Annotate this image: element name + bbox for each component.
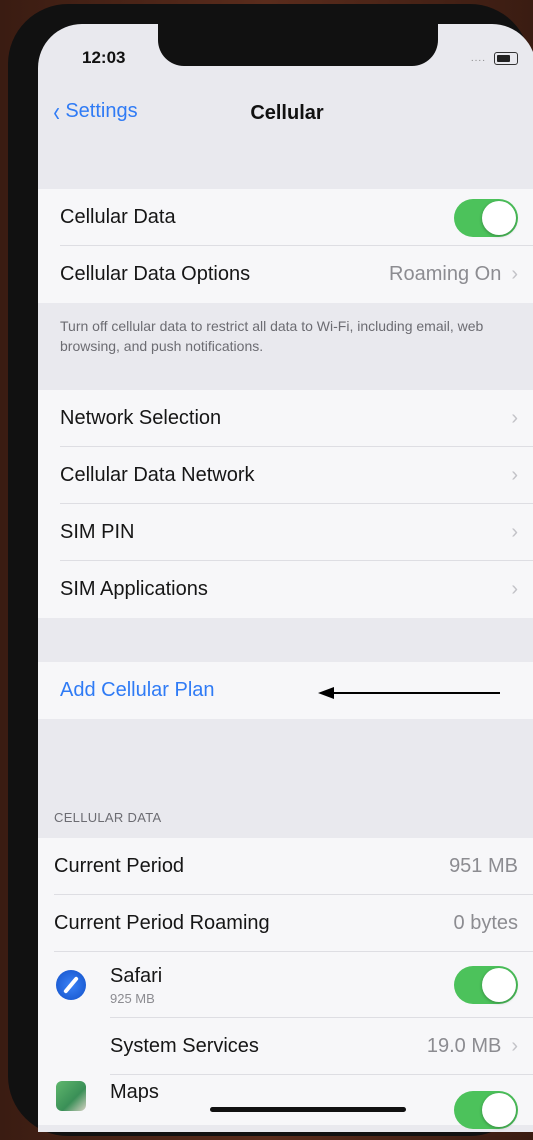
cellular-data-row: Cellular Data xyxy=(38,189,533,246)
add-cellular-plan-label: Add Cellular Plan xyxy=(60,679,215,701)
cellular-data-label: Cellular Data xyxy=(60,206,176,228)
system-services-label: System Services xyxy=(110,1035,259,1057)
status-time: 12:03 xyxy=(82,48,126,67)
current-period-roaming-row: Current Period Roaming 0 bytes xyxy=(38,895,533,952)
safari-label: Safari xyxy=(110,964,163,987)
network-selection-row[interactable]: Network Selection › xyxy=(38,390,533,447)
sim-applications-label: SIM Applications xyxy=(60,578,208,600)
system-services-value: 19.0 MB xyxy=(426,1035,502,1057)
safari-row: Safari 925 MB xyxy=(38,952,533,1018)
chevron-right-icon: › xyxy=(511,521,518,543)
chevron-right-icon: › xyxy=(511,578,518,600)
maps-row: Maps xyxy=(38,1075,533,1129)
network-group: Network Selection › Cellular Data Networ… xyxy=(38,390,533,618)
chevron-right-icon: › xyxy=(511,407,518,429)
usage-group: Current Period 951 MB Current Period Roa… xyxy=(38,838,533,1129)
status-bar-right: .... xyxy=(471,52,518,65)
cellular-data-group: Cellular Data Cellular Data Options Roam… xyxy=(38,189,533,303)
phone-body: 12:03 .... ‹ Settings Cellular Cellular … xyxy=(8,4,533,1136)
maps-toggle[interactable] xyxy=(454,1091,518,1129)
annotation-arrow xyxy=(318,687,500,699)
notch xyxy=(158,24,438,66)
cellular-data-footer: Turn off cellular data to restrict all d… xyxy=(60,318,484,354)
cellular-data-network-label: Cellular Data Network xyxy=(60,464,255,486)
safari-icon xyxy=(56,970,86,1000)
cellular-data-options-value: Roaming On xyxy=(389,263,502,285)
cellular-data-section-header: CELLULAR DATA xyxy=(54,810,162,825)
cellular-data-options-label: Cellular Data Options xyxy=(60,263,251,285)
phone-screen: 12:03 .... ‹ Settings Cellular Cellular … xyxy=(38,24,533,1132)
current-period-row: Current Period 951 MB xyxy=(38,838,533,895)
safari-usage: 925 MB xyxy=(110,990,155,1006)
network-selection-label: Network Selection xyxy=(60,407,222,429)
safari-toggle[interactable] xyxy=(454,966,518,1004)
battery-icon xyxy=(494,52,518,65)
signal-icon: .... xyxy=(470,53,486,64)
system-services-row[interactable]: System Services 19.0 MB › xyxy=(38,1018,533,1075)
cellular-data-network-row[interactable]: Cellular Data Network › xyxy=(38,447,533,504)
sim-pin-label: SIM PIN xyxy=(60,521,135,543)
home-indicator[interactable] xyxy=(210,1107,406,1112)
page-title: Cellular xyxy=(250,102,324,124)
current-period-value: 951 MB xyxy=(449,855,518,877)
chevron-right-icon: › xyxy=(511,464,518,486)
sim-pin-row[interactable]: SIM PIN › xyxy=(38,504,533,561)
current-period-roaming-label: Current Period Roaming xyxy=(54,912,270,934)
cellular-data-options-row[interactable]: Cellular Data Options Roaming On › xyxy=(38,246,533,303)
maps-icon xyxy=(56,1081,86,1111)
current-period-roaming-value: 0 bytes xyxy=(453,912,518,934)
navigation-bar: ‹ Settings Cellular xyxy=(38,92,533,144)
chevron-right-icon: › xyxy=(511,1035,518,1057)
maps-label: Maps xyxy=(110,1081,159,1103)
cellular-data-toggle[interactable] xyxy=(454,198,518,237)
current-period-label: Current Period xyxy=(54,855,185,877)
chevron-right-icon: › xyxy=(511,263,518,285)
sim-applications-row[interactable]: SIM Applications › xyxy=(38,561,533,618)
